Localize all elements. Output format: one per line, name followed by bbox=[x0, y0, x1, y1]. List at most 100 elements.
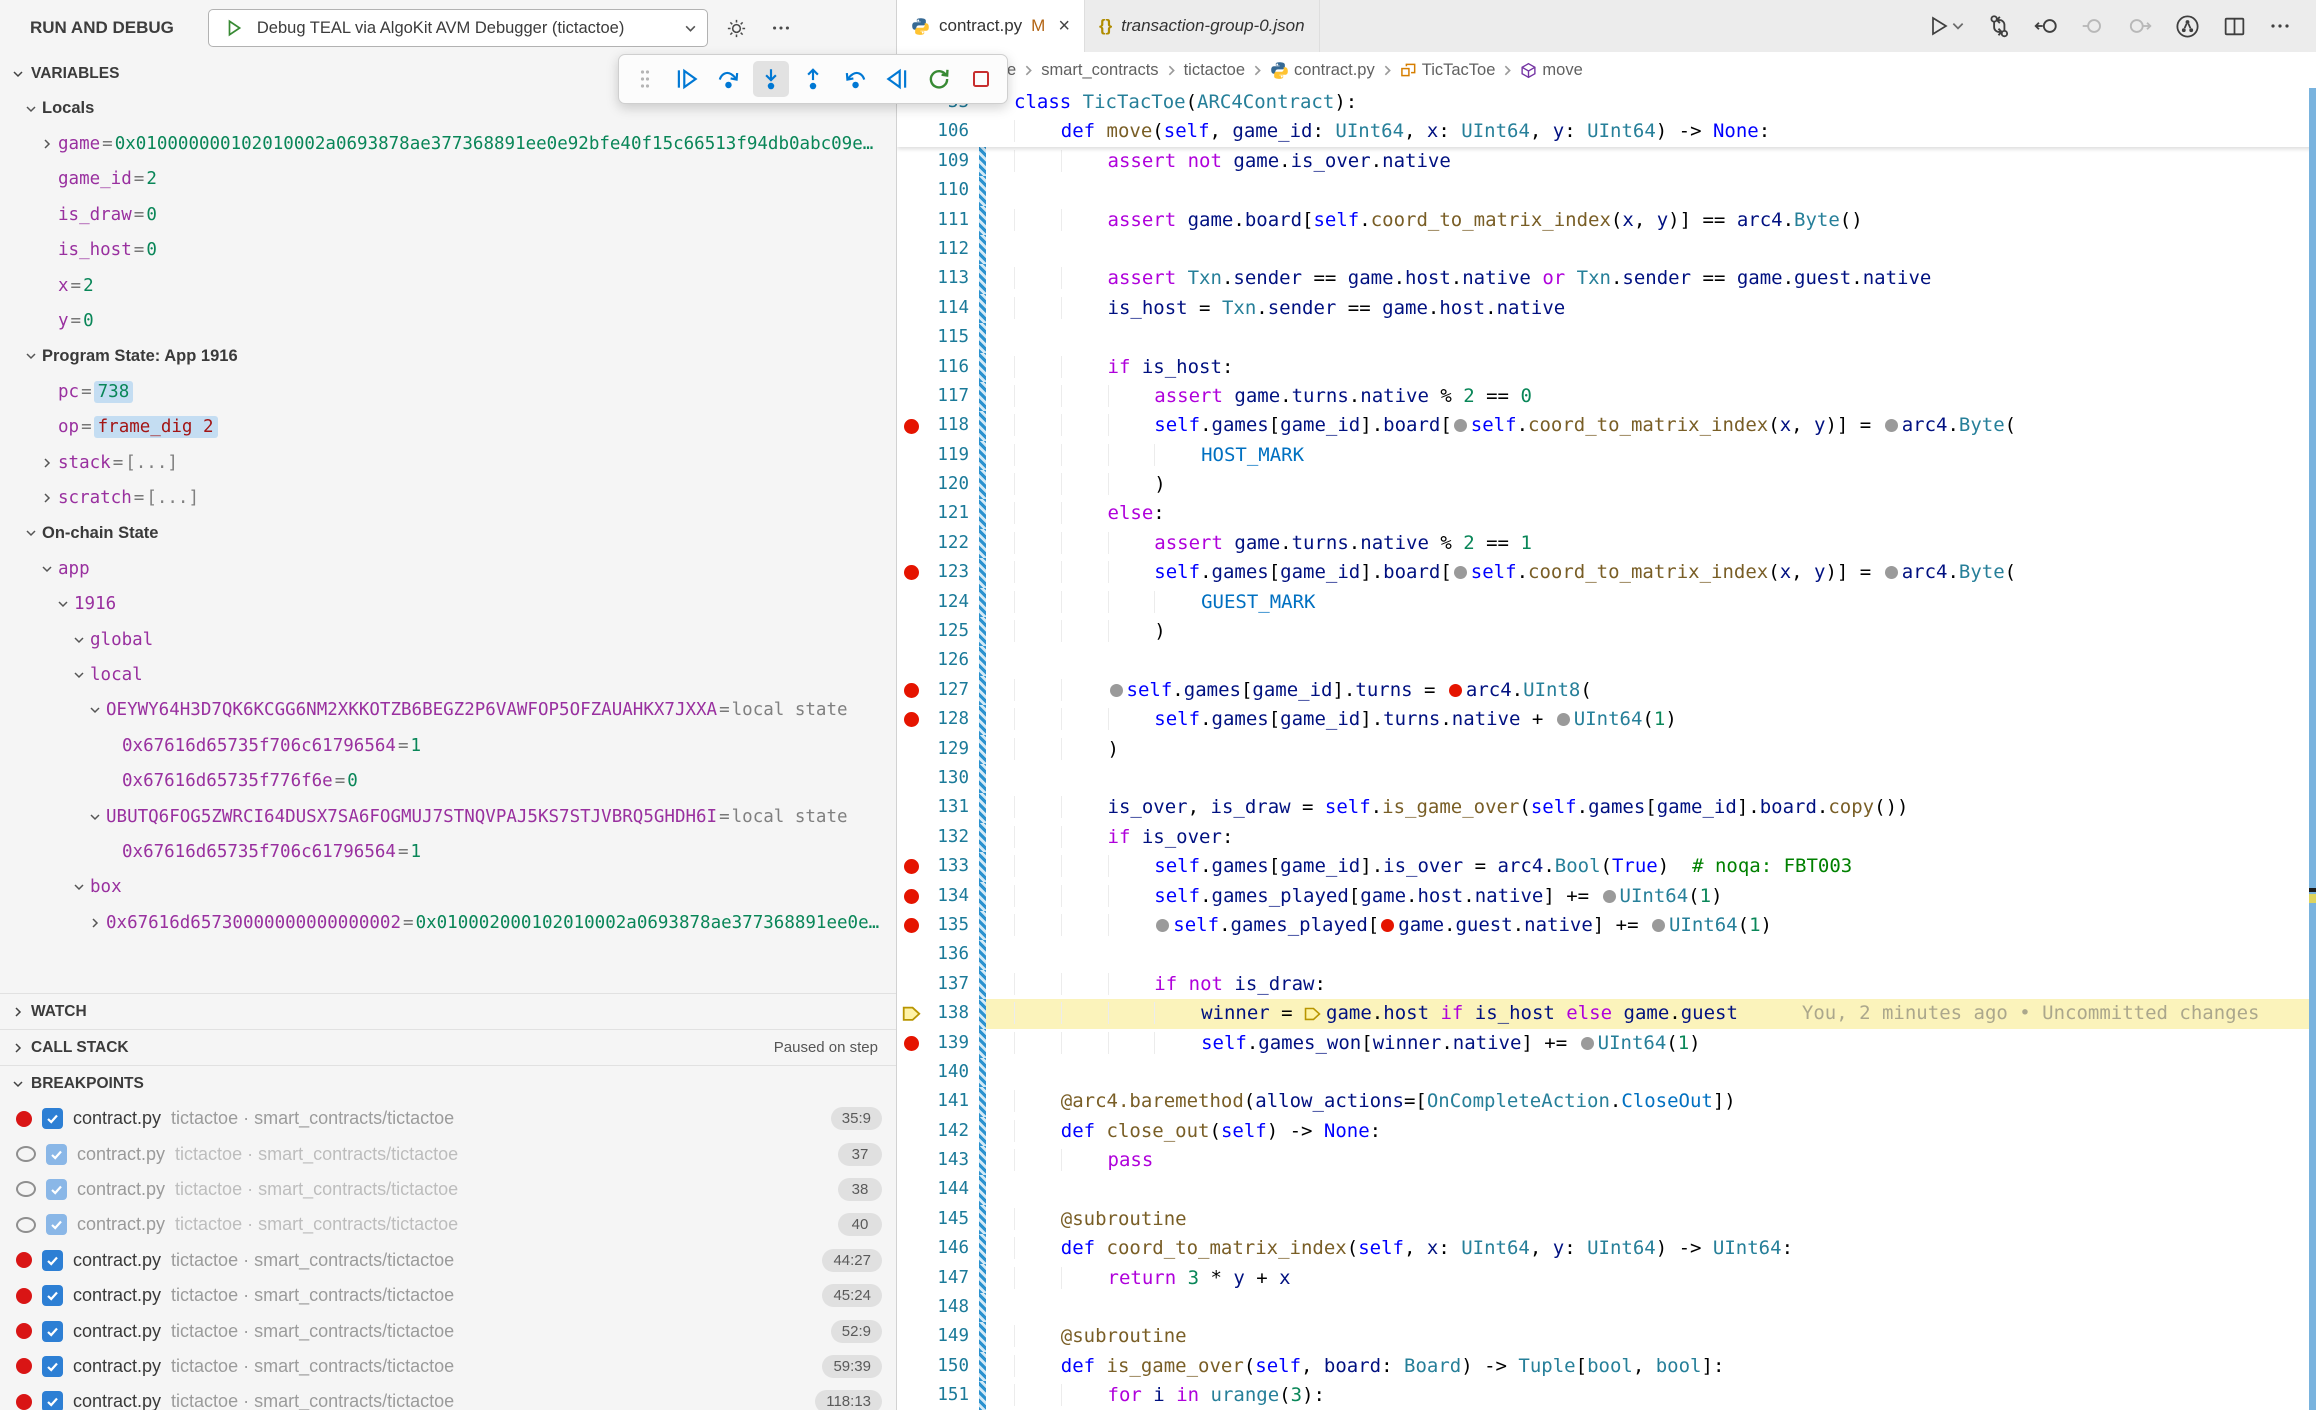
code-line[interactable]: 136 bbox=[897, 940, 2316, 969]
breakpoint-gutter[interactable] bbox=[897, 940, 925, 969]
breakpoint-gutter[interactable] bbox=[897, 1146, 925, 1175]
variable-row[interactable]: scratch = [...] bbox=[0, 480, 896, 515]
code-line[interactable]: 127 self.games[game_id].turns = arc4.UIn… bbox=[897, 676, 2316, 705]
breakpoint-gutter[interactable] bbox=[897, 676, 925, 705]
continue-icon[interactable] bbox=[669, 61, 705, 97]
code-line[interactable]: 138 winner = game.host if is_host else g… bbox=[897, 999, 2316, 1028]
breakpoint-gutter[interactable] bbox=[897, 970, 925, 999]
variable-row[interactable]: game_id = 2 bbox=[0, 162, 896, 197]
breakpoint-gutter[interactable] bbox=[897, 646, 925, 675]
breakpoint-checkbox[interactable] bbox=[42, 1356, 63, 1377]
inline-breakpoint-active-icon[interactable] bbox=[1381, 919, 1394, 932]
breakpoint-checkbox[interactable] bbox=[42, 1285, 63, 1306]
next-diff-icon[interactable] bbox=[2127, 13, 2153, 39]
inline-breakpoint-icon[interactable] bbox=[1652, 919, 1665, 932]
inline-breakpoint-icon[interactable] bbox=[1885, 566, 1898, 579]
breakpoint-gutter[interactable] bbox=[897, 382, 925, 411]
variable-row[interactable]: box bbox=[0, 870, 896, 905]
chevron-right-icon[interactable] bbox=[36, 492, 58, 504]
breakpoint-gutter[interactable] bbox=[897, 1352, 925, 1381]
variables-group-header[interactable]: Program State: App 1916 bbox=[0, 339, 896, 374]
step-over-icon[interactable] bbox=[711, 61, 747, 97]
code-line[interactable]: 124 GUEST_MARK bbox=[897, 588, 2316, 617]
more-actions-icon[interactable] bbox=[2268, 14, 2292, 38]
breakpoint-row[interactable]: contract.pytictactoe · smart_contracts/t… bbox=[0, 1243, 896, 1278]
breakpoint-gutter[interactable] bbox=[897, 117, 925, 146]
breakpoint-gutter[interactable] bbox=[897, 735, 925, 764]
variable-row[interactable]: global bbox=[0, 622, 896, 657]
breakpoint-row[interactable]: contract.pytictactoe · smart_contracts/t… bbox=[0, 1172, 896, 1207]
chevron-down-icon[interactable] bbox=[52, 598, 74, 610]
code-line[interactable]: 134 self.games_played[game.host.native] … bbox=[897, 882, 2316, 911]
breakpoint-row[interactable]: contract.pytictactoe · smart_contracts/t… bbox=[0, 1278, 896, 1313]
variable-row[interactable]: x = 2 bbox=[0, 268, 896, 303]
breakpoint-gutter[interactable] bbox=[897, 1175, 925, 1204]
chevron-down-icon[interactable] bbox=[20, 350, 42, 362]
breakpoint-checkbox[interactable] bbox=[46, 1214, 67, 1235]
tab-contract.py[interactable]: contract.pyM× bbox=[897, 0, 1085, 52]
chevron-down-icon[interactable] bbox=[68, 669, 90, 681]
breadcrumb-item-move[interactable]: move bbox=[1520, 61, 1582, 80]
restart-icon[interactable] bbox=[921, 61, 957, 97]
breakpoint-gutter[interactable] bbox=[897, 764, 925, 793]
breakpoint-gutter[interactable] bbox=[897, 1029, 925, 1058]
breakpoint-gutter[interactable] bbox=[897, 617, 925, 646]
code-line[interactable]: 119 HOST_MARK bbox=[897, 441, 2316, 470]
variable-row[interactable]: UBUTQ6FOG5ZWRCI64DUSX7SA6FOGMUJ7STNQVPAJ… bbox=[0, 799, 896, 834]
breakpoint-gutter[interactable] bbox=[897, 1058, 925, 1087]
breakpoint-checkbox[interactable] bbox=[46, 1144, 67, 1165]
previous-change-icon[interactable] bbox=[2033, 13, 2059, 39]
code-line[interactable]: 148 bbox=[897, 1293, 2316, 1322]
breakpoint-gutter[interactable] bbox=[897, 1381, 925, 1410]
code-line[interactable]: 140 bbox=[897, 1058, 2316, 1087]
breakpoint-gutter[interactable] bbox=[897, 499, 925, 528]
breakpoint-gutter[interactable] bbox=[897, 323, 925, 352]
code-line[interactable]: 131 is_over, is_draw = self.is_game_over… bbox=[897, 793, 2316, 822]
code-line[interactable]: 33class TicTacToe(ARC4Contract): bbox=[897, 88, 2316, 117]
breakpoint-row[interactable]: contract.pytictactoe · smart_contracts/t… bbox=[0, 1349, 896, 1384]
inline-breakpoint-icon[interactable] bbox=[1603, 890, 1616, 903]
code-line[interactable]: 126 bbox=[897, 646, 2316, 675]
breakpoint-gutter[interactable] bbox=[897, 235, 925, 264]
breakpoint-row[interactable]: contract.pytictactoe · smart_contracts/t… bbox=[0, 1207, 896, 1242]
code-line[interactable]: 113 assert Txn.sender == game.host.nativ… bbox=[897, 264, 2316, 293]
code-line[interactable]: 143 pass bbox=[897, 1146, 2316, 1175]
breakpoint-row[interactable]: contract.pytictactoe · smart_contracts/t… bbox=[0, 1384, 896, 1410]
code-line[interactable]: 122 assert game.turns.native % 2 == 1 bbox=[897, 529, 2316, 558]
overview-ruler[interactable] bbox=[2309, 88, 2316, 1410]
variable-row[interactable]: game = 0x010000000102010002a0693878ae377… bbox=[0, 126, 896, 161]
variable-row[interactable]: pc = 738 bbox=[0, 374, 896, 409]
variable-row[interactable]: app bbox=[0, 551, 896, 586]
chevron-down-icon[interactable] bbox=[68, 881, 90, 893]
gear-icon[interactable] bbox=[722, 13, 752, 43]
code-line[interactable]: 123 self.games[game_id].board[self.coord… bbox=[897, 558, 2316, 587]
watch-section-header[interactable]: WATCH bbox=[0, 993, 896, 1029]
code-line[interactable]: 149 @subroutine bbox=[897, 1322, 2316, 1351]
breakpoint-gutter[interactable] bbox=[897, 705, 925, 734]
code-line[interactable]: 144 bbox=[897, 1175, 2316, 1204]
code-line[interactable]: 112 bbox=[897, 235, 2316, 264]
code-line[interactable]: 135 self.games_played[game.guest.native]… bbox=[897, 911, 2316, 940]
breadcrumb-item-contract.py[interactable]: contract.py bbox=[1270, 61, 1375, 80]
call-stack-section-header[interactable]: CALL STACK Paused on step bbox=[0, 1029, 896, 1065]
variable-row[interactable]: 0x67616d65735f706c61796564 = 1 bbox=[0, 728, 896, 763]
launch-config-dropdown[interactable]: Debug TEAL via AlgoKit AVM Debugger (tic… bbox=[208, 9, 708, 47]
inline-breakpoint-icon[interactable] bbox=[1156, 919, 1169, 932]
breakpoint-gutter[interactable] bbox=[897, 529, 925, 558]
code-line[interactable]: 147 return 3 * y + x bbox=[897, 1264, 2316, 1293]
stop-icon[interactable] bbox=[963, 61, 999, 97]
chevron-right-icon[interactable] bbox=[84, 917, 106, 929]
breakpoint-gutter[interactable] bbox=[897, 793, 925, 822]
breakpoint-gutter[interactable] bbox=[897, 176, 925, 205]
open-changes-icon[interactable] bbox=[1986, 13, 2012, 39]
breakpoint-row[interactable]: contract.pytictactoe · smart_contracts/t… bbox=[0, 1101, 896, 1136]
code-line[interactable]: 116 if is_host: bbox=[897, 353, 2316, 382]
code-line[interactable]: 150 def is_game_over(self, board: Board)… bbox=[897, 1352, 2316, 1381]
chevron-down-icon[interactable] bbox=[20, 527, 42, 539]
code-line[interactable]: 121 else: bbox=[897, 499, 2316, 528]
chevron-down-icon[interactable] bbox=[84, 704, 106, 716]
code-line[interactable]: 109 assert not game.is_over.native bbox=[897, 147, 2316, 176]
variables-group-header[interactable]: On-chain State bbox=[0, 516, 896, 551]
tab-transaction-group-0.json[interactable]: {}transaction-group-0.json bbox=[1085, 0, 1320, 52]
inline-breakpoint-icon[interactable] bbox=[1454, 566, 1467, 579]
